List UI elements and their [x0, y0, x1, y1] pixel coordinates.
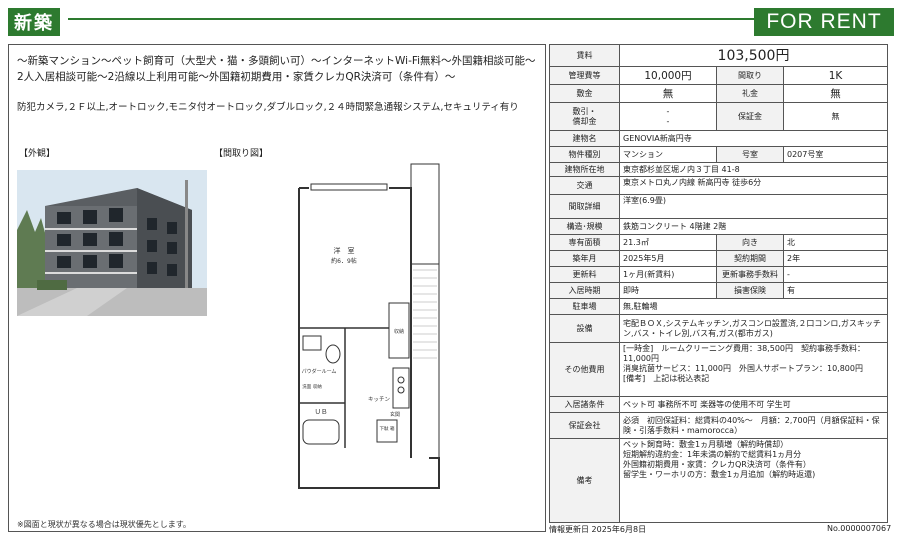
closet-label: 収納 [394, 328, 404, 335]
equipment-value: 宅配ＢＯＸ,システムキッチン,ガスコンロ設置済,２口コンロ,ガスキッチン,バス・… [618, 314, 889, 343]
powder-room-label: パウダールーム [302, 368, 337, 375]
equipment-label: 設備 [549, 314, 620, 343]
move-in-label: 入居時期 [549, 282, 620, 299]
rent-value: 103,500円 [618, 44, 889, 67]
shikibiki-value: - - [619, 102, 717, 131]
info-updated-date: 情報更新日 2025年6月8日 [549, 525, 647, 534]
security-features-text: 防犯カメラ,２Ｆ以上,オートロック,モニタ付オートロック,ダブルロック,２４時間… [17, 102, 519, 113]
parking-label: 駐車場 [549, 298, 620, 315]
insurance-label: 損害保険 [716, 282, 784, 299]
key-money-value: 無 [782, 84, 889, 103]
rent-label: 賃料 [549, 44, 620, 67]
room-size-label: 約6．9帖 [331, 257, 357, 265]
built-date-value: 2025年5月 [619, 250, 717, 267]
contract-period-label: 契約期間 [716, 250, 784, 267]
structure-value: 鉄筋コンクリート 4階建 2階 [618, 218, 889, 235]
exterior-photo [17, 170, 207, 316]
floor-area-label: 専有面積 [549, 234, 620, 251]
floorplan-label: 【間取り図】 [214, 149, 269, 159]
remarks-label: 備考 [549, 438, 620, 523]
other-fees-label: その他費用 [549, 342, 620, 397]
listing-number: No.0000007067 [827, 524, 892, 533]
structure-label: 構造･規模 [549, 218, 620, 235]
kitchen-label: キッチン [368, 396, 391, 403]
renewal-fee-value: 1ヶ月(新賃料) [619, 266, 717, 283]
renewal-admin-fee-label: 更新事務手数料 [716, 266, 784, 283]
for-rent-banner: FOR RENT [754, 8, 894, 36]
remarks-value: ペット飼育時：敷金1ヵ月積増（解約時償却） 短期解約違約金：1年未満の解約で総賃… [618, 438, 889, 523]
new-construction-badge: 新築 [8, 8, 60, 36]
catchcopy-text: 〜新築マンション〜ペット飼育可（大型犬・猫・多頭飼い可）〜インターネットWi-F… [17, 55, 536, 83]
layout-detail-label: 間取詳細 [549, 194, 620, 219]
shoebox-label: 下駄 箱 [380, 425, 395, 432]
mgmt-fee-value: 10,000円 [619, 66, 717, 85]
key-money-label: 礼金 [716, 84, 784, 103]
parking-value: 無,駐輪場 [618, 298, 889, 315]
property-info-panel: 〜新築マンション〜ペット飼育可（大型犬・猫・多頭飼い可）〜インターネットWi-F… [8, 44, 546, 532]
building-name-label: 建物名 [549, 130, 620, 147]
conditions-value: ペット可 事務所不可 楽器等の使用不可 学生可 [618, 396, 889, 413]
bath-storage-label: 洗面 収納 [302, 383, 322, 390]
insurance-value: 有 [782, 282, 889, 299]
building-illustration [17, 170, 207, 316]
security-deposit-label: 保証金 [716, 102, 784, 131]
direction-label: 向き [716, 234, 784, 251]
renewal-admin-fee-value: - [782, 266, 889, 283]
unit-bath-label: ＵＢ [315, 408, 328, 416]
layout-label: 間取り [716, 66, 784, 85]
building-name-value: GENOVIA新高円寺 [618, 130, 889, 147]
direction-value: 北 [782, 234, 889, 251]
room-number-label: 号室 [716, 146, 784, 163]
transport-value: 東京メトロ丸ノ内線 新高円寺 徒歩6分 [618, 176, 889, 195]
address-value: 東京都杉並区堀ノ内３丁目 41-8 [618, 162, 889, 177]
floorplan-drawing: 洋 室 約6．9帖 パウダールーム キッチン ＵＢ 玄関 収納 下駄 箱 洗面 … [298, 163, 440, 489]
disclaimer-note: ※図面と現状が異なる場合は現状優先とします。 [17, 520, 191, 529]
guarantor-company-label: 保証会社 [549, 412, 620, 439]
room-label: 洋 室 [334, 246, 355, 255]
shikibiki-label: 敷引・ 償却金 [549, 102, 620, 131]
mgmt-fee-label: 管理費等 [549, 66, 620, 85]
other-fees-value: [一時金] ルームクリーニング費用：38,500円 契約事務手数料：11,000… [618, 342, 889, 397]
transport-label: 交通 [549, 176, 620, 195]
room-number-value: 0207号室 [782, 146, 889, 163]
move-in-value: 即時 [619, 282, 717, 299]
header-divider [68, 18, 758, 20]
deposit-label: 敷金 [549, 84, 620, 103]
property-type-label: 物件種別 [549, 146, 620, 163]
floor-area-value: 21.3㎡ [619, 234, 717, 251]
built-date-label: 築年月 [549, 250, 620, 267]
layout-detail-value: 洋室(6.9畳) [618, 194, 889, 219]
deposit-value: 無 [619, 84, 717, 103]
exterior-label: 【外観】 [19, 149, 56, 159]
property-detail-table: 賃料 103,500円 管理費等 10,000円 間取り 1K 敷金 無 礼金 … [549, 44, 889, 523]
layout-value: 1K [782, 66, 889, 85]
conditions-label: 入居諸条件 [549, 396, 620, 413]
address-label: 建物所在地 [549, 162, 620, 177]
security-deposit-value: 無 [782, 102, 889, 131]
guarantor-company-value: 必須 初回保証料：総賃料の40%〜 月額：2,700円（月額保証料・保険・引落手… [618, 412, 889, 439]
entrance-label: 玄関 [390, 411, 400, 418]
contract-period-value: 2年 [782, 250, 889, 267]
property-type-value: マンション [619, 146, 717, 163]
renewal-fee-label: 更新料 [549, 266, 620, 283]
